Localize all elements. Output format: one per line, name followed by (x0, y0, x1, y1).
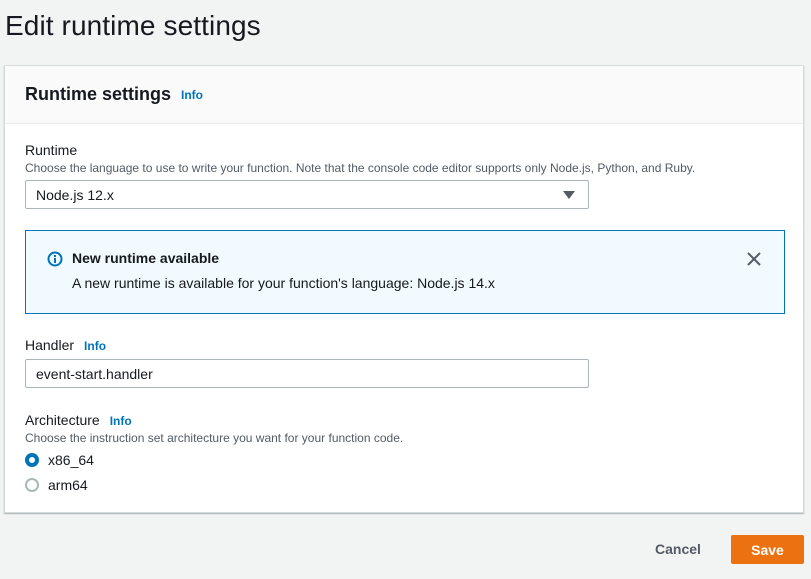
runtime-selected-value: Node.js 12.x (36, 186, 114, 203)
panel-header: Runtime settings Info (5, 66, 803, 124)
runtime-description: Choose the language to use to write your… (25, 161, 696, 175)
alert-title: New runtime available (72, 250, 220, 266)
caret-down-icon (563, 191, 575, 199)
runtime-settings-panel: Runtime settings Info Runtime Choose the… (4, 65, 804, 513)
architecture-option-x86-64[interactable]: x86_64 (25, 452, 94, 468)
architecture-label: Architecture (25, 412, 100, 428)
page-title: Edit runtime settings (5, 10, 261, 41)
architecture-option-label: arm64 (48, 477, 88, 493)
save-button[interactable]: Save (731, 535, 804, 564)
radio-unselected-icon[interactable] (25, 478, 39, 492)
alert-message: A new runtime is available for your func… (72, 275, 495, 291)
architecture-option-arm64[interactable]: arm64 (25, 477, 88, 493)
architecture-info-link[interactable]: Info (110, 414, 132, 428)
new-runtime-alert: New runtime available A new runtime is a… (25, 230, 785, 314)
runtime-select[interactable]: Node.js 12.x (25, 180, 589, 209)
runtime-label: Runtime (25, 142, 78, 158)
cancel-button[interactable]: Cancel (645, 536, 711, 563)
runtime-settings-info-link[interactable]: Info (181, 88, 203, 102)
close-icon[interactable] (746, 251, 762, 267)
architecture-label-row: Architecture Info (25, 412, 132, 428)
radio-selected-icon[interactable] (25, 453, 39, 467)
handler-label: Handler (25, 337, 75, 353)
handler-info-link[interactable]: Info (84, 339, 106, 353)
panel-title: Runtime settings (25, 84, 172, 104)
architecture-description: Choose the instruction set architecture … (25, 431, 404, 445)
handler-label-row: Handler Info (25, 337, 106, 353)
info-circle-icon (47, 251, 63, 267)
handler-input[interactable] (25, 359, 589, 388)
architecture-option-label: x86_64 (48, 452, 94, 468)
